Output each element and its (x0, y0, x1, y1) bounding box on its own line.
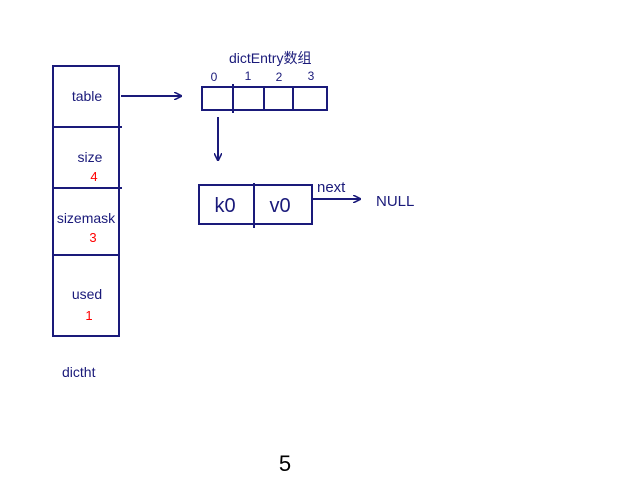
array-index-2: 2 (276, 70, 283, 84)
entry-value: v0 (269, 195, 290, 217)
array-index-1: 1 (245, 69, 252, 83)
page-number: 5 (279, 451, 291, 476)
field-size-label: size (78, 149, 103, 165)
entry-key: k0 (214, 195, 235, 217)
field-table-label: table (72, 88, 103, 104)
dictentry-array: dictEntry数组 0 1 2 3 (201, 50, 328, 113)
array-index-0: 0 (211, 70, 218, 84)
dictht-struct: table size 4 sizemask 3 used 1 dictht (52, 65, 122, 380)
dict-structure-diagram: table size 4 sizemask 3 used 1 dictht di… (52, 50, 414, 476)
array-title: dictEntry数组 (229, 50, 311, 66)
array-index-3: 3 (308, 69, 315, 83)
field-used-label: used (72, 286, 102, 302)
dictht-title: dictht (62, 364, 96, 380)
next-label: next (317, 179, 346, 196)
field-size-value: 4 (90, 169, 97, 184)
field-sizemask-label: sizemask (57, 210, 116, 226)
dictentry-node: k0 v0 (198, 183, 313, 228)
field-sizemask-value: 3 (89, 230, 96, 245)
null-label: NULL (376, 193, 414, 210)
field-used-value: 1 (85, 308, 92, 323)
